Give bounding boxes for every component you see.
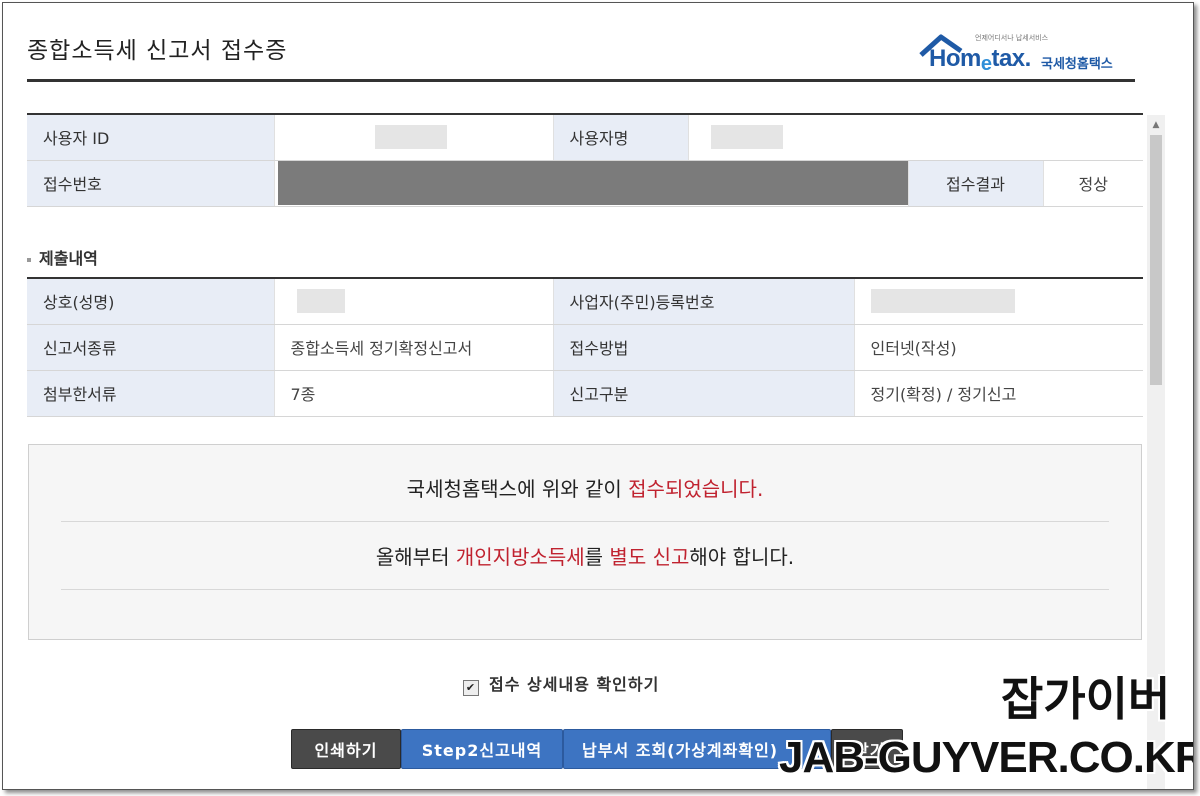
bullet-icon (27, 257, 31, 262)
page-title: 종합소득세 신고서 접수증 (27, 38, 288, 64)
logo-brand-kr: 국세청홈택스 (1041, 57, 1113, 72)
masked-registration-no (870, 289, 1015, 314)
user-name-label: 사용자명 (552, 114, 688, 161)
detail-checkbox[interactable]: ✔ (463, 680, 479, 696)
user-id-label: 사용자 ID (27, 114, 274, 161)
submission-label: 신고구분 (552, 370, 854, 417)
table-row: 사용자 ID 사용자명 (27, 114, 1144, 161)
notice-divider (61, 521, 1109, 522)
notice-box: 국세청홈택스에 위와 같이 접수되었습니다. 올해부터 개인지방소득세를 별도 … (28, 444, 1142, 640)
receipt-window: 종합소득세 신고서 접수증 언제어디서나 납세서비스 Hometax. 국세청홈… (2, 2, 1194, 790)
receipt-result-value: 정상 (1042, 160, 1144, 207)
scroll-thumb[interactable] (1150, 135, 1162, 385)
table-row: 신고서종류 종합소득세 정기확정신고서 접수방법 인터넷(작성) (27, 324, 1143, 371)
section-title-submission: 제출내역 (27, 245, 98, 269)
receipt-no-label: 접수번호 (27, 160, 274, 207)
submission-label: 접수방법 (552, 324, 854, 371)
submission-value (853, 278, 1143, 325)
detail-checkbox-label: 접수 상세내용 확인하기 (489, 675, 660, 694)
detail-check-row[interactable]: ✔ 접수 상세내용 확인하기 (463, 671, 659, 696)
table-row: 첨부한서류 7종 신고구분 정기(확정) / 정기신고 (27, 370, 1143, 417)
watermark-url: JAB-GUYVER.CO.KR (779, 733, 1194, 782)
watermark-korean: 잡가이버 (1001, 672, 1171, 726)
receipt-result-label: 접수결과 (907, 160, 1043, 207)
submission-label: 첨부한서류 (27, 370, 274, 417)
logo-tagline: 언제어디서나 납세서비스 (975, 34, 1049, 42)
title-divider (27, 79, 1135, 82)
step2-history-button[interactable]: Step2신고내역 (401, 729, 563, 769)
submission-value (273, 278, 553, 325)
notice-line-local-tax: 올해부터 개인지방소득세를 별도 신고해야 합니다. (375, 545, 795, 569)
masked-user-name (710, 125, 783, 150)
notice-line-receipt: 국세청홈택스에 위와 같이 접수되었습니다. (406, 477, 764, 501)
print-button[interactable]: 인쇄하기 (291, 729, 401, 769)
submission-value: 7종 (273, 370, 553, 417)
user-name-value (687, 114, 1144, 161)
logo-wordmark: Hometax. (929, 45, 1031, 75)
submission-value: 종합소득세 정기확정신고서 (273, 324, 553, 371)
user-id-value (273, 114, 553, 161)
submission-label: 상호(성명) (27, 278, 274, 325)
masked-user-id (374, 125, 447, 150)
submission-label: 신고서종류 (27, 324, 274, 371)
masked-name (296, 289, 345, 314)
scroll-up-icon[interactable]: ▲ (1147, 115, 1165, 133)
submission-value: 인터넷(작성) (853, 324, 1143, 371)
hometax-logo: 언제어디서나 납세서비스 Hometax. 국세청홈택스 (919, 33, 1139, 77)
submission-value: 정기(확정) / 정기신고 (853, 370, 1143, 417)
notice-divider (61, 589, 1109, 590)
submission-label: 사업자(주민)등록번호 (552, 278, 854, 325)
masked-receipt-no (278, 161, 908, 205)
table-row: 상호(성명) 사업자(주민)등록번호 (27, 278, 1143, 325)
submission-table: 상호(성명) 사업자(주민)등록번호 신고서종류 종합소득세 정기확정신고서 접… (27, 277, 1143, 417)
